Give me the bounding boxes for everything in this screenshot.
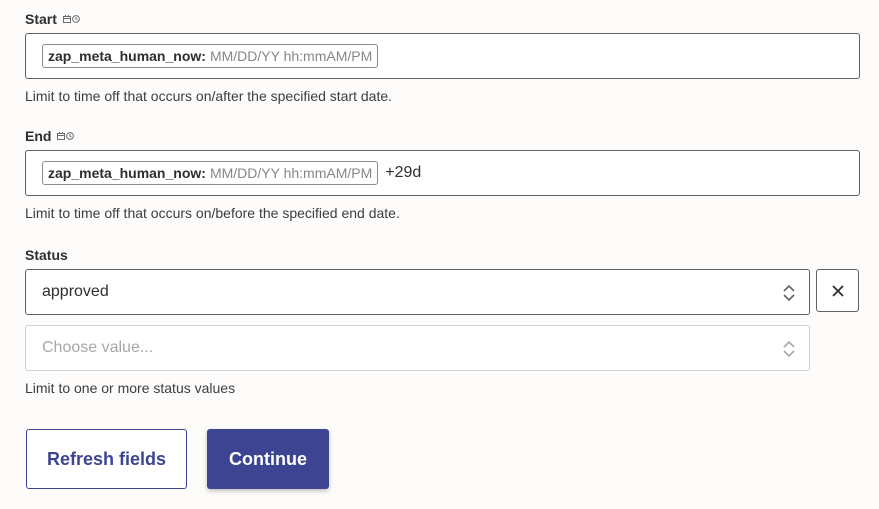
status-select-new[interactable]: Choose value... [25,325,810,371]
token-format: MM/DD/YY hh:mmAM/PM [209,48,373,64]
chevron-up-down-icon [783,340,795,358]
status-selected-value: approved [42,283,109,300]
token-key: zap_meta_human_now: [48,165,206,181]
remove-status-button[interactable] [816,269,859,312]
token-format: MM/DD/YY hh:mmAM/PM [209,165,373,181]
chevron-up-down-icon [783,284,795,302]
continue-button[interactable]: Continue [207,429,329,489]
token-key: zap_meta_human_now: [48,48,206,64]
start-help-text: Limit to time off that occurs on/after t… [25,88,393,104]
start-date-input[interactable]: zap_meta_human_now: MM/DD/YY hh:mmAM/PM [25,33,860,79]
clock-icon [72,15,80,23]
status-help-text: Limit to one or more status values [25,380,236,396]
start-field-label: Start [25,11,80,27]
end-date-input[interactable]: zap_meta_human_now: MM/DD/YY hh:mmAM/PM … [25,150,860,196]
close-icon [831,284,844,297]
end-date-offset: +29d [385,164,422,181]
datetime-indicator [62,15,80,23]
end-label-text: End [25,128,52,144]
status-placeholder: Choose value... [42,339,154,356]
end-token-pill[interactable]: zap_meta_human_now: MM/DD/YY hh:mmAM/PM [42,161,379,185]
refresh-fields-button[interactable]: Refresh fields [26,429,187,489]
end-field-label: End [25,128,75,144]
status-label-text: Status [25,247,68,263]
status-select-approved[interactable]: approved [25,269,810,315]
end-help-text: Limit to time off that occurs on/before … [25,205,400,221]
calendar-icon [57,132,66,140]
start-label-text: Start [25,11,57,27]
datetime-indicator [57,132,75,140]
start-token-pill[interactable]: zap_meta_human_now: MM/DD/YY hh:mmAM/PM [42,44,379,68]
calendar-icon [62,15,71,23]
clock-icon [66,132,75,140]
status-field-label: Status [25,247,68,263]
